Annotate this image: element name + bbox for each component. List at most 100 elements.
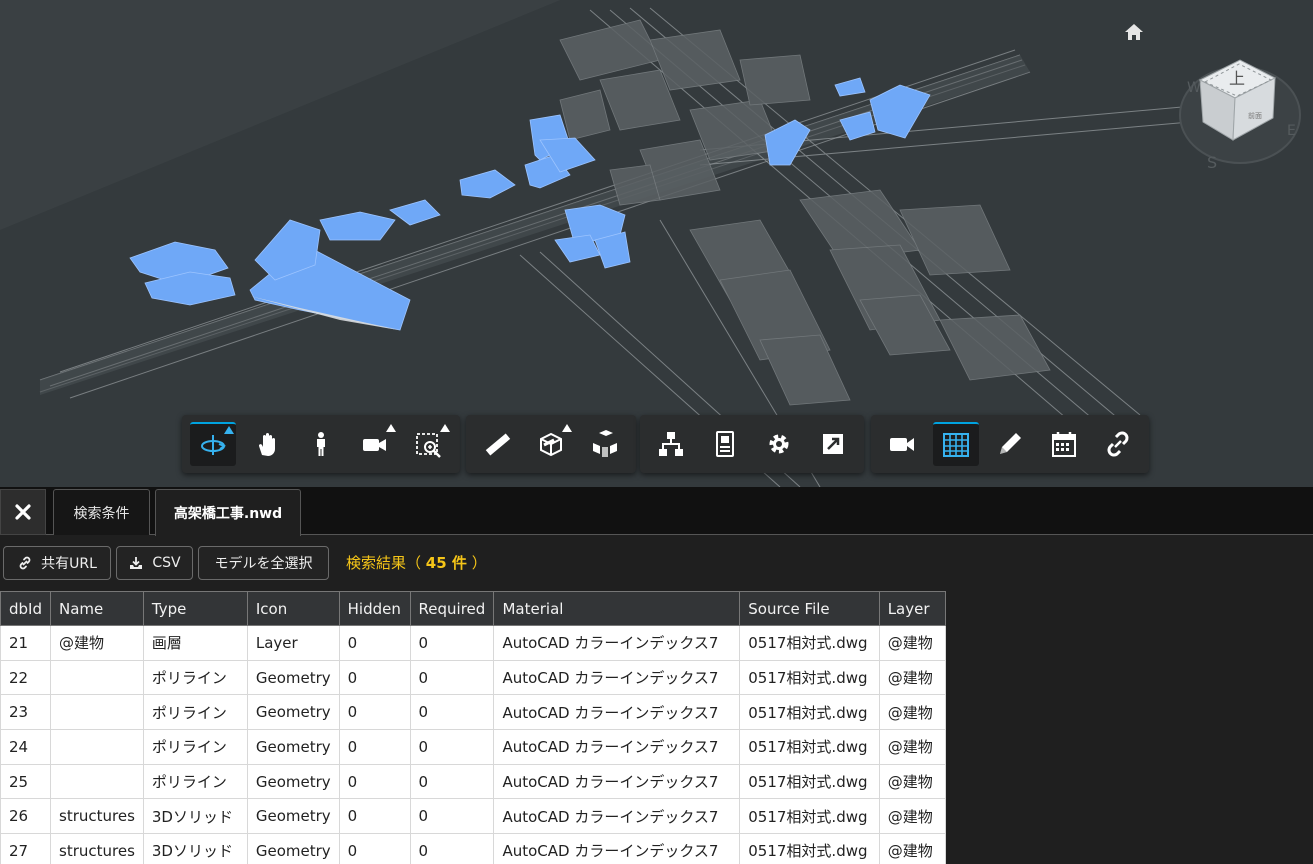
flyout-indicator-icon xyxy=(386,424,396,432)
table-cell: 3Dソリッド xyxy=(142,798,248,835)
table-cell: Geometry xyxy=(246,729,340,765)
column-header[interactable]: Required xyxy=(409,591,495,626)
results-table-container[interactable]: dbId Name Type Icon Hidden Required Material So… xyxy=(0,591,946,864)
table-cell: 22 xyxy=(0,659,51,696)
column-header[interactable]: Type xyxy=(142,591,248,626)
column-header[interactable]: Icon xyxy=(246,591,340,626)
table-cell: AutoCAD カラーインデックス7 xyxy=(493,694,741,731)
compass-south: S xyxy=(1207,153,1217,170)
table-cell: 0517相対式.dwg xyxy=(739,694,880,731)
orbit-button[interactable] xyxy=(190,422,236,466)
table-row[interactable]: 25 ポリライン Geometry 0 0 AutoCAD カラーインデックス7 0517相… xyxy=(0,763,946,800)
tab-model-file[interactable]: 高架橋工事.nwd xyxy=(155,489,301,536)
panel-tab-bar: 検索条件 高架橋工事.nwd xyxy=(0,487,1313,536)
settings-button[interactable] xyxy=(756,422,802,466)
section-button[interactable] xyxy=(528,422,574,466)
model-scene[interactable] xyxy=(0,0,1313,487)
explode-button[interactable] xyxy=(582,422,628,466)
schedule-button[interactable] xyxy=(1041,422,1087,466)
viewcube[interactable]: 上 前面 W E S xyxy=(1175,40,1305,172)
column-header[interactable]: Name xyxy=(50,591,144,626)
table-cell: 0517相対式.dwg xyxy=(739,798,880,835)
table-cell: @建物 xyxy=(878,625,946,661)
table-row[interactable]: 24 ポリライン Geometry 0 0 AutoCAD カラーインデックス7 0517相… xyxy=(0,729,946,765)
table-row[interactable]: 21 @建物 画層 Layer 0 0 AutoCAD カラーインデックス7 0517相対式.… xyxy=(0,625,946,661)
toolbar-group-3 xyxy=(640,415,864,473)
hand-icon xyxy=(258,432,275,456)
link-icon xyxy=(19,556,31,570)
compass-east: E xyxy=(1287,123,1296,139)
table-cell: 0517相対式.dwg xyxy=(739,625,880,661)
table-cell: @建物 xyxy=(878,694,946,731)
table-cell: 0 xyxy=(338,694,411,731)
table-cell: Geometry xyxy=(246,833,340,864)
csv-download-button[interactable]: CSV xyxy=(116,546,193,580)
table-cell: Layer xyxy=(246,625,340,661)
table-cell: 0 xyxy=(338,625,411,661)
flyout-indicator-icon xyxy=(562,424,572,432)
csv-label: CSV xyxy=(152,555,181,571)
table-cell: 0 xyxy=(338,729,411,765)
column-header[interactable]: Layer xyxy=(878,591,946,626)
camera-button[interactable] xyxy=(352,422,398,466)
tab-search-conditions[interactable]: 検索条件 xyxy=(53,489,150,535)
table-cell: 0517相対式.dwg xyxy=(739,833,880,864)
link-button[interactable] xyxy=(1095,422,1141,466)
table-cell: 0 xyxy=(409,625,495,661)
table-cell: 0517相対式.dwg xyxy=(739,659,880,696)
column-header[interactable]: dbId xyxy=(0,591,51,626)
properties-button[interactable] xyxy=(702,422,748,466)
grid-view-button[interactable] xyxy=(933,422,979,466)
table-cell: 0 xyxy=(338,659,411,696)
grid-table-icon xyxy=(943,433,969,457)
table-cell: ポリライン xyxy=(142,694,248,731)
properties-icon xyxy=(716,431,734,457)
zoom-window-button[interactable] xyxy=(406,422,452,466)
table-cell: AutoCAD カラーインデックス7 xyxy=(493,763,741,800)
table-row[interactable]: 22 ポリライン Geometry 0 0 AutoCAD カラーインデックス7 0517相… xyxy=(0,659,946,696)
toolbar-group-4 xyxy=(871,415,1149,473)
column-header[interactable]: Material xyxy=(493,591,741,626)
model-browser-button[interactable] xyxy=(648,422,694,466)
table-cell: ポリライン xyxy=(142,763,248,800)
table-cell: 3Dソリッド xyxy=(142,833,248,864)
table-cell: 25 xyxy=(0,763,51,800)
table-cell: ポリライン xyxy=(142,659,248,696)
flyout-indicator-icon xyxy=(440,424,450,432)
column-header[interactable]: Source File xyxy=(739,591,880,626)
pan-button[interactable] xyxy=(244,422,290,466)
markup-button[interactable] xyxy=(987,422,1033,466)
table-cell: Geometry xyxy=(246,798,340,835)
toolbar-group-1 xyxy=(182,415,460,473)
home-view-button[interactable] xyxy=(1122,20,1146,44)
table-cell: 0 xyxy=(409,694,495,731)
column-header[interactable]: Hidden xyxy=(338,591,411,626)
record-button[interactable] xyxy=(879,422,925,466)
close-panel-button[interactable] xyxy=(0,489,46,535)
viewcube-top-label[interactable]: 上 xyxy=(1229,69,1245,88)
table-cell xyxy=(50,763,144,800)
table-cell: 0 xyxy=(409,659,495,696)
table-header-row: dbId Name Type Icon Hidden Required Material So… xyxy=(0,591,946,626)
results-table: dbId Name Type Icon Hidden Required Material So… xyxy=(0,591,946,864)
fullscreen-button[interactable] xyxy=(810,422,856,466)
measure-button[interactable] xyxy=(474,422,520,466)
table-cell: structures xyxy=(50,833,144,864)
share-url-button[interactable]: 共有URL xyxy=(3,546,111,580)
table-cell xyxy=(50,694,144,731)
viewcube-side-label[interactable]: 前面 xyxy=(1248,111,1262,120)
first-person-button[interactable] xyxy=(298,422,344,466)
table-cell: ポリライン xyxy=(142,729,248,765)
table-row[interactable]: 27 structures 3Dソリッド Geometry 0 0 AutoCAD カラーイ… xyxy=(0,833,946,864)
video-camera-icon xyxy=(363,439,386,451)
table-cell: AutoCAD カラーインデックス7 xyxy=(493,798,741,835)
table-row[interactable]: 23 ポリライン Geometry 0 0 AutoCAD カラーインデックス7 0517相… xyxy=(0,694,946,731)
select-all-label: モデルを全選択 xyxy=(214,556,313,572)
table-cell: 0517相対式.dwg xyxy=(739,729,880,765)
table-row[interactable]: 26 structures 3Dソリッド Geometry 0 0 AutoCAD カラーイ… xyxy=(0,798,946,835)
result-suffix: ） xyxy=(471,554,487,572)
table-cell: 21 xyxy=(0,625,51,661)
select-all-models-button[interactable]: モデルを全選択 xyxy=(198,546,329,580)
3d-viewport[interactable]: 上 前面 W E S xyxy=(0,0,1313,487)
fullscreen-icon xyxy=(823,434,843,454)
